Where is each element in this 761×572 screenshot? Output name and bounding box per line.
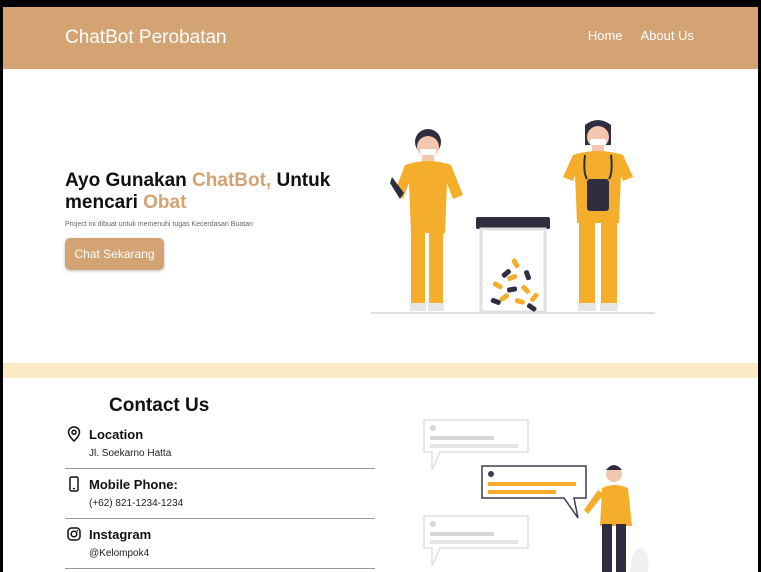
- window-top-edge: [0, 0, 761, 7]
- contact-item-location: Location Jl. Soekarno Hatta: [65, 426, 375, 469]
- navbar: ChatBot Perobatan Home About Us: [3, 7, 758, 69]
- section-divider-band: [3, 363, 758, 378]
- contact-item-label: Location: [89, 427, 144, 442]
- instagram-icon: [67, 527, 81, 541]
- contact-item-value: Jl. Soekarno Hatta: [89, 448, 172, 459]
- contact-item-label: Instagram: [89, 527, 152, 542]
- chat-bubble-bottom: [423, 515, 529, 567]
- contact-title: Contact Us: [109, 395, 210, 416]
- location-pin-icon: [67, 426, 81, 442]
- contact-item-value: (+62) 821-1234-1234: [89, 498, 184, 509]
- pill-jar: [476, 217, 550, 314]
- doctor-left-figure: [390, 129, 463, 311]
- contact-item-value: @Kelompok4: [89, 548, 150, 559]
- medical-staff-illustration: [371, 120, 655, 314]
- chat-messages-illustration: [423, 419, 649, 572]
- nav-link-home[interactable]: Home: [588, 28, 623, 43]
- hero-subtitle: Project ini dibuat untuk memenuhi tugas …: [65, 221, 253, 228]
- hero-title: Ayo Gunakan ChatBot, Untuk mencari Obat: [65, 170, 331, 213]
- chat-now-button[interactable]: Chat Sekarang: [65, 238, 164, 270]
- hero-section: Ayo Gunakan ChatBot, Untuk mencari Obat …: [3, 69, 758, 363]
- contact-item-instagram: Instagram @Kelompok4: [65, 526, 375, 569]
- hero-title-accent-chatbot: ChatBot,: [192, 170, 272, 191]
- chat-bubble-top: [423, 419, 529, 471]
- contact-section: Contact Us Location Jl. Soekarno Hatta M…: [3, 378, 758, 572]
- mobile-phone-icon: [69, 476, 79, 492]
- chat-bubble-middle: [481, 465, 587, 519]
- brand-logo-text[interactable]: ChatBot Perobatan: [65, 27, 227, 49]
- hero-title-accent-obat: Obat: [143, 192, 187, 213]
- nav-link-about-us[interactable]: About Us: [641, 28, 694, 43]
- doctor-right-figure: [563, 120, 633, 311]
- contact-item-mobile-phone: Mobile Phone: (+62) 821-1234-1234: [65, 476, 375, 519]
- nav-links: Home About Us: [588, 28, 694, 43]
- person-figure: [584, 465, 649, 572]
- contact-item-label: Mobile Phone:: [89, 477, 178, 492]
